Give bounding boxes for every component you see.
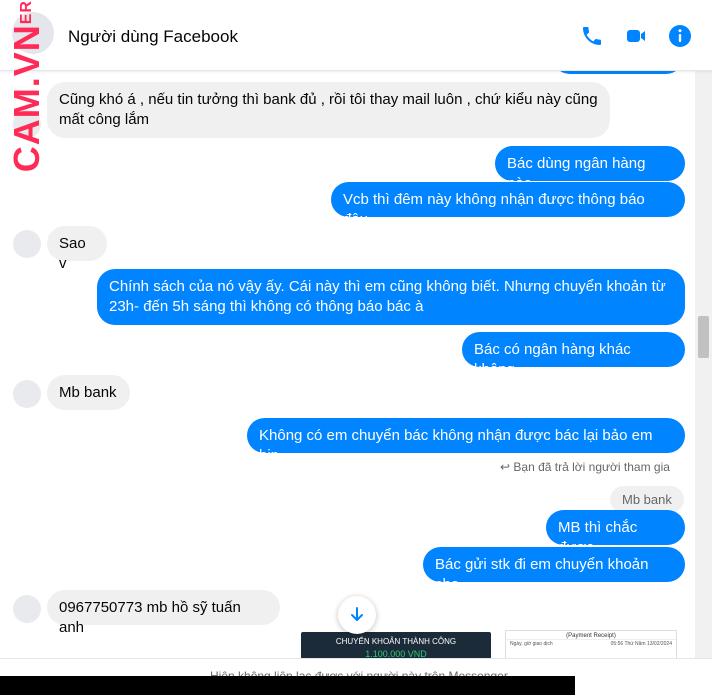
message-bubble-outgoing: MB thì chắc được [546, 510, 685, 556]
message-bubble-incoming: 0967750773 mb hồ sỹ tuấn anh [47, 590, 280, 636]
reply-indicator: ↩ Bạn đã trả lời người tham gia [500, 460, 670, 474]
receipt-title: CHUYỂN KHOẢN THÀNH CÔNG [335, 637, 457, 646]
redaction-bar [0, 676, 575, 695]
contact-name[interactable]: Người dùng Facebook [68, 27, 238, 47]
reply-note-text: Bạn đã trả lời người tham gia [513, 460, 670, 474]
watermark-main: CAM.VN [6, 24, 47, 173]
avatar [13, 380, 41, 408]
message-bubble-incoming: Cũng khó á , nếu tin tưởng thì bank đủ ,… [47, 82, 610, 138]
scrollbar-thumb[interactable] [698, 316, 709, 358]
video-icon[interactable] [624, 24, 648, 48]
watermark-small: ER [18, 0, 35, 25]
info-icon[interactable] [668, 24, 692, 48]
arrow-down-icon [351, 607, 363, 621]
phone-icon[interactable] [580, 24, 604, 48]
chat-header: Người dùng Facebook [0, 0, 712, 71]
message-bubble-outgoing: Bác có ngân hàng khác không [462, 332, 685, 378]
message-bubble-outgoing: Bác dùng ngân hàng nào [495, 146, 685, 192]
message-bubble-incoming: Mb bank [47, 375, 130, 410]
message-bubble-outgoing: Chính sách của nó vậy ấy. Cái này thì em… [97, 269, 685, 325]
message-bubble-outgoing: Bác gửi stk đi em chuyển khoản cho [423, 547, 685, 593]
receipt-row-value: 05:56 Thứ Năm 13/02/2024 [610, 641, 672, 647]
scrollbar[interactable] [695, 70, 712, 660]
avatar [13, 230, 41, 258]
message-bubble-outgoing: Vcb thì đêm này không nhận được thông bá… [331, 182, 685, 228]
message-bubble-outgoing: Không có em chuyển bác không nhận được b… [247, 418, 685, 464]
receipt-row: Ngày, giờ giao dịch 05:56 Thứ Năm 13/02/… [506, 639, 676, 648]
quoted-message[interactable]: Mb bank [610, 486, 684, 513]
scroll-to-bottom-button[interactable] [338, 596, 376, 634]
avatar [13, 595, 41, 623]
reply-icon: ↩ [500, 460, 511, 474]
message-bubble-incoming: Sao v [47, 226, 107, 272]
receipt-row-label: Ngày, giờ giao dịch [510, 641, 553, 647]
watermark: CAM.VNER [6, 0, 48, 172]
